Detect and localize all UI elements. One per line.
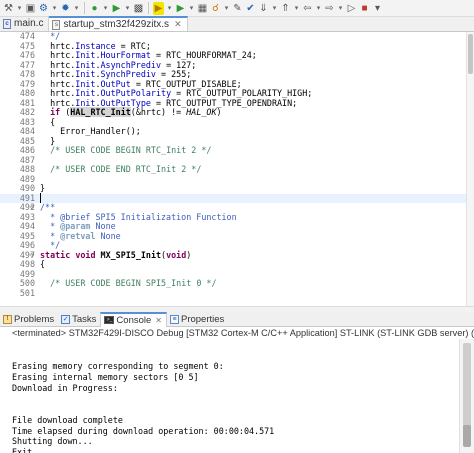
- tab-console[interactable]: >_ Console ✕: [100, 311, 167, 327]
- code-line[interactable]: 482 if (HAL_RTC_Init(&hrtc) != HAL_OK): [0, 107, 474, 118]
- console-line: File download complete: [12, 414, 123, 425]
- console-output[interactable]: Erasing memory corresponding to segment …: [0, 339, 474, 453]
- code-text: /* USER CODE END RTC_Init 2 */: [50, 164, 202, 174]
- run-launch-dropdown-icon[interactable]: ▾: [188, 2, 195, 15]
- code-text: /* USER CODE BEGIN RTC_Init 2 */: [50, 145, 212, 155]
- back-icon[interactable]: ⇦: [302, 2, 313, 15]
- tab-properties[interactable]: ≡ Properties: [167, 312, 228, 327]
- prev-annotation-icon[interactable]: ⇑: [280, 2, 291, 15]
- debug-launch-dropdown-icon[interactable]: ▾: [166, 2, 173, 15]
- code-line[interactable]: 486 /* USER CODE BEGIN RTC_Init 2 */: [0, 145, 474, 156]
- tab-label: Problems: [14, 313, 55, 325]
- pencil-edit-icon[interactable]: ✎: [232, 2, 243, 15]
- code-line[interactable]: 500 /* USER CODE BEGIN SPI5_Init 0 */: [0, 278, 474, 289]
- console-line: Exit.: [12, 447, 38, 453]
- line-number: 501: [19, 287, 35, 298]
- toolbar-separator: [148, 2, 149, 14]
- tab-startup-s[interactable]: s startup_stm32f429zitx.s ✕: [49, 16, 188, 31]
- forward-dropdown-icon[interactable]: ▾: [337, 2, 344, 15]
- forward-icon[interactable]: ⇨: [324, 2, 335, 15]
- search-icon[interactable]: ☌: [210, 2, 221, 15]
- code-line[interactable]: 488 /* USER CODE END RTC_Init 2 */: [0, 164, 474, 175]
- console-vertical-scrollbar[interactable]: [459, 339, 474, 453]
- main-toolbar: ⚒ ▾ ▣ ⚙ ▾ ✹ ▾ ● ▾ ▶ ▾ ▩ ▶ ▾ ▶ ▾ ▦ ☌ ▾ ✎ …: [0, 0, 474, 17]
- problems-icon: !: [3, 314, 12, 324]
- code-line[interactable]: 498{: [0, 259, 474, 270]
- back-dropdown-icon[interactable]: ▾: [315, 2, 322, 15]
- console-line: Download in Progress:: [12, 382, 118, 393]
- debug-dropdown-icon[interactable]: ▾: [51, 2, 58, 15]
- next-annotation-icon[interactable]: ⇓: [258, 2, 269, 15]
- asm-file-icon: s: [52, 19, 61, 30]
- toggle-mark-icon[interactable]: ✔: [245, 2, 256, 15]
- code-line[interactable]: 501: [0, 287, 474, 299]
- c-file-icon: c: [3, 18, 11, 29]
- build-dropdown-icon[interactable]: ▾: [16, 2, 23, 15]
- open-type-icon[interactable]: ▦: [197, 2, 208, 15]
- console-status-header: <terminated> STM32F429I-DISCO Debug [STM…: [0, 327, 474, 339]
- tab-label: Properties: [180, 313, 225, 325]
- editor-tab-bar: c main.c s startup_stm32f429zitx.s ✕: [0, 16, 474, 32]
- code-line[interactable]: 495 * @retval None: [0, 231, 474, 242]
- tab-tasks[interactable]: ✓ Tasks: [58, 312, 100, 327]
- code-text: /* USER CODE BEGIN SPI5_Init 0 */: [50, 278, 217, 288]
- close-icon[interactable]: ✕: [155, 316, 162, 325]
- code-text: {: [40, 259, 46, 269]
- code-text: if (HAL_RTC_Init(&hrtc) != HAL_OK): [50, 107, 222, 117]
- tab-main-c[interactable]: c main.c: [0, 16, 50, 31]
- close-icon[interactable]: ✕: [174, 19, 182, 30]
- run-dropdown-icon[interactable]: ▾: [102, 2, 109, 15]
- console-line: Erasing internal memory sectors [0 5]: [12, 372, 199, 383]
- search-dropdown-icon[interactable]: ▾: [223, 2, 230, 15]
- toolbar-more-icon[interactable]: ▾: [372, 2, 383, 15]
- code-text: static void MX_SPI5_Init(void): [40, 249, 192, 260]
- console-icon: >_: [104, 316, 115, 324]
- code-line[interactable]: 491: [0, 192, 474, 203]
- hammer-build-icon[interactable]: ⚒: [3, 2, 14, 15]
- code-line[interactable]: 490}: [0, 183, 474, 194]
- run-icon[interactable]: ●: [89, 2, 100, 15]
- tab-label: Tasks: [72, 313, 97, 325]
- code-line[interactable]: 497 ⊖ static void MX_SPI5_Init(void): [0, 249, 474, 261]
- tab-problems[interactable]: ! Problems: [0, 312, 58, 327]
- code-line[interactable]: 489: [0, 174, 474, 185]
- properties-icon: ≡: [169, 314, 179, 324]
- bug-dropdown-icon[interactable]: ▾: [73, 2, 80, 15]
- stop-icon[interactable]: ■: [359, 2, 370, 15]
- console-line: Shutting down...: [12, 436, 93, 447]
- external-dropdown-icon[interactable]: ▾: [124, 2, 131, 15]
- prev-annotation-dropdown-icon[interactable]: ▾: [293, 2, 300, 15]
- save-icon[interactable]: ▣: [25, 2, 36, 15]
- external-tools-icon[interactable]: ▶: [111, 2, 122, 15]
- next-annotation-dropdown-icon[interactable]: ▾: [271, 2, 278, 15]
- code-line[interactable]: 484 Error_Handler();: [0, 126, 474, 137]
- console-line: Erasing memory corresponding to segment …: [12, 361, 224, 372]
- tab-label: main.c: [14, 18, 44, 29]
- debug-config-icon[interactable]: ⚙: [38, 2, 49, 15]
- code-editor[interactable]: 474 */475 hrtc.Instance = RTC; 476 hrtc.I…: [0, 32, 474, 306]
- editor-vertical-scrollbar[interactable]: [466, 32, 474, 306]
- scrollbar-thumb[interactable]: [463, 425, 471, 447]
- console-line: Time elapsed during download operation: …: [12, 425, 275, 436]
- scrollbar-thumb[interactable]: [468, 34, 473, 74]
- tasks-icon: ✓: [61, 314, 71, 324]
- terminal-icon[interactable]: ▩: [133, 2, 144, 15]
- bottom-view-tab-bar: ! Problems ✓ Tasks >_ Console ✕ ≡ Proper…: [0, 311, 474, 327]
- run-launch-icon[interactable]: ▶: [175, 2, 186, 15]
- toolbar-separator: [84, 2, 85, 14]
- bug-icon[interactable]: ✹: [60, 2, 71, 15]
- code-text: Error_Handler();: [40, 126, 141, 136]
- tab-label: Console: [116, 314, 152, 326]
- tab-label: startup_stm32f429zitx.s: [63, 19, 170, 30]
- debug-launch-icon[interactable]: ▶: [153, 1, 164, 15]
- pin-editor-icon[interactable]: ▷: [346, 2, 357, 15]
